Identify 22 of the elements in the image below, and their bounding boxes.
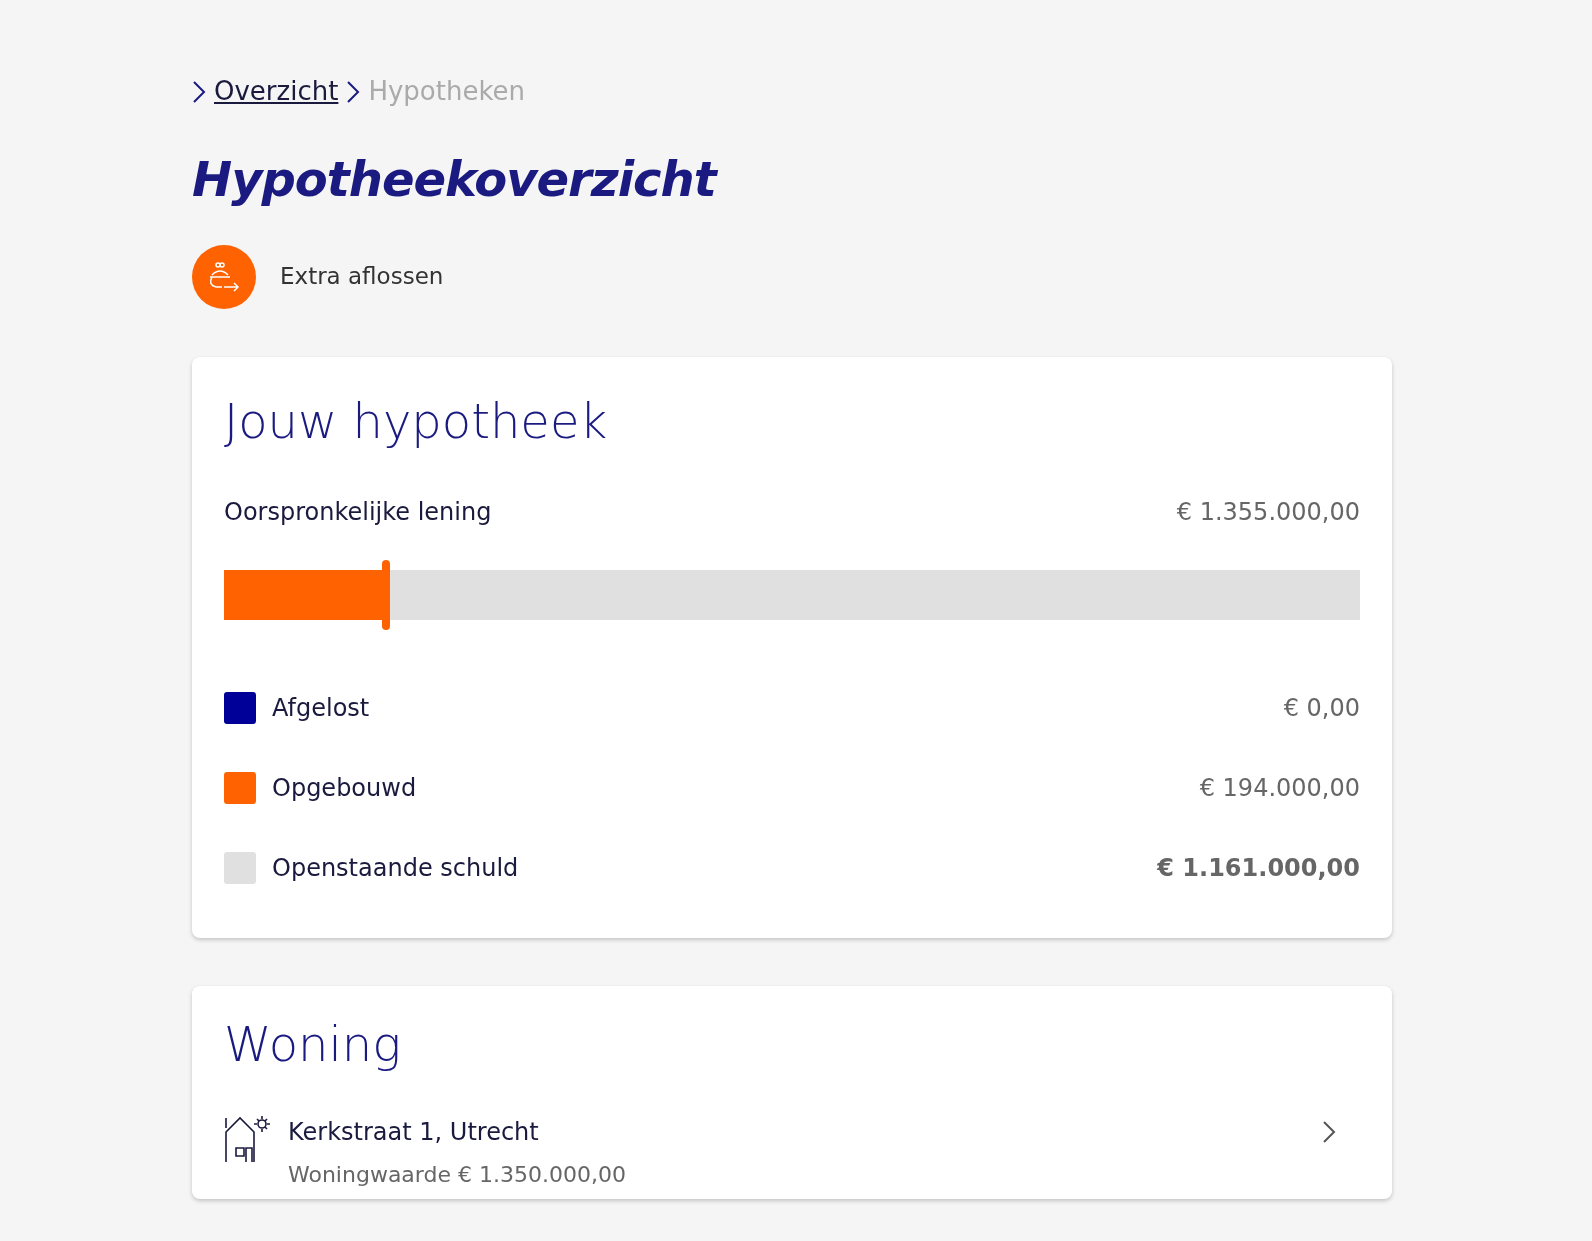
legend-label: Opgebouwd	[272, 773, 417, 805]
action-label: Extra aflossen	[280, 262, 444, 292]
legend-amount: € 194.000,00	[1199, 773, 1360, 805]
legend-amount: € 1.161.000,00	[1157, 853, 1360, 885]
chevron-icon	[1322, 1119, 1336, 1144]
chevron-icon	[346, 79, 361, 104]
property-row[interactable]: Kerkstraat 1, Utrecht Woningwaarde € 1.350.000,00	[224, 1113, 1360, 1191]
card-title: Jouw hypotheek	[224, 392, 609, 451]
card-title: Woning	[224, 1016, 402, 1074]
original-loan-label: Oorspronkelijke lening	[224, 497, 492, 529]
chevron-icon	[192, 79, 206, 104]
breadcrumb-link[interactable]: Overzicht	[214, 72, 339, 111]
property-value: Woningwaarde € 1.350.000,00	[288, 1160, 627, 1189]
original-loan-amount: € 1.355.000,00	[1176, 497, 1360, 529]
progress-marker	[382, 560, 391, 631]
page-title: Hypotheekoverzicht	[192, 151, 719, 209]
legend-label: Afgelost	[272, 693, 370, 725]
property-address: Kerkstraat 1, Utrecht	[288, 1116, 540, 1148]
legend-label: Openstaande schuld	[272, 853, 519, 885]
house-icon	[224, 1113, 272, 1164]
legend-amount: € 0,00	[1283, 693, 1360, 725]
breadcrumb-current: Hypotheken	[368, 75, 525, 108]
